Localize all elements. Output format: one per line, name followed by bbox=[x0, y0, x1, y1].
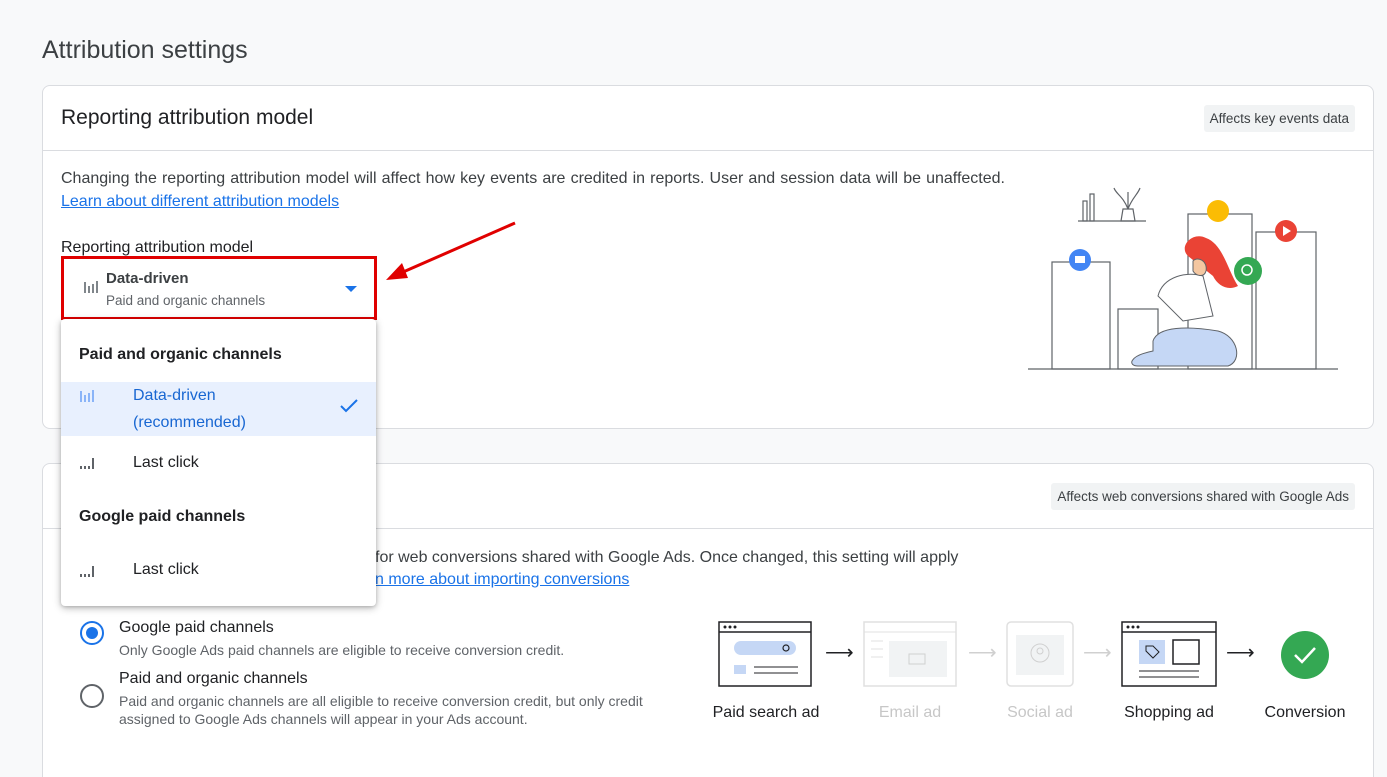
radio-subtitle-line: Paid and organic channels are all eligib… bbox=[119, 693, 643, 709]
radio-title: Paid and organic channels bbox=[119, 670, 308, 687]
flow-arrow-icon: ⟶ bbox=[825, 642, 854, 664]
paid-search-ad-icon bbox=[718, 621, 812, 687]
bar-chart-icon bbox=[84, 281, 98, 293]
radio-subtitle: Only Google Ads paid channels are eligib… bbox=[119, 642, 565, 658]
email-ad-icon bbox=[863, 621, 957, 687]
card-title: Reporting attribution model bbox=[61, 106, 314, 129]
menu-group-google-paid: Google paid channels bbox=[79, 508, 246, 525]
signal-bars-icon bbox=[80, 566, 94, 577]
radio-subtitle: Paid and organic channels are all eligib… bbox=[119, 692, 643, 728]
flow-label-email: Email ad bbox=[878, 704, 942, 721]
menu-item-label-line: (recommended) bbox=[133, 414, 246, 431]
radio-subtitle-line: assigned to Google Ads channels will app… bbox=[119, 711, 528, 727]
radio-title: Google paid channels bbox=[119, 619, 274, 636]
radio-button-paid-organic[interactable] bbox=[80, 684, 104, 708]
menu-item-last-click[interactable]: Last click bbox=[61, 444, 376, 484]
attribution-model-menu: Paid and organic channels Data-driven (r… bbox=[61, 319, 376, 606]
conversions-description-line: for web conversions shared with Google A… bbox=[375, 549, 959, 566]
select-subvalue: Paid and organic channels bbox=[106, 293, 266, 308]
select-value: Data-driven bbox=[106, 270, 189, 287]
flow-arrow-icon: ⟶ bbox=[968, 642, 997, 664]
menu-item-label: Last click bbox=[133, 454, 199, 471]
check-icon bbox=[340, 399, 358, 413]
card-header: Reporting attribution model Affects key … bbox=[43, 86, 1373, 151]
annotation-arrow-icon bbox=[386, 221, 516, 280]
radio-button-google-paid[interactable] bbox=[80, 621, 104, 645]
dropdown-caret-icon bbox=[345, 286, 357, 292]
bar-chart-icon bbox=[80, 390, 94, 402]
conversion-check-icon bbox=[1281, 631, 1329, 679]
menu-item-label-line: Data-driven bbox=[133, 387, 216, 404]
affects-chip: Affects key events data bbox=[1203, 105, 1355, 132]
menu-group-paid-organic: Paid and organic channels bbox=[79, 346, 282, 363]
description: Changing the reporting attribution model… bbox=[61, 167, 1005, 213]
importing-conversions-link[interactable]: n more about importing conversions bbox=[375, 569, 958, 591]
social-ad-icon bbox=[1006, 621, 1074, 687]
learn-more-link[interactable]: Learn about different attribution models bbox=[61, 193, 339, 210]
menu-item-last-click-google[interactable]: Last click bbox=[61, 551, 376, 591]
flow-label-shopping: Shopping ad bbox=[1124, 704, 1214, 721]
menu-item-label: Last click bbox=[133, 561, 199, 578]
affects-web-conversions-chip: Affects web conversions shared with Goog… bbox=[1051, 483, 1355, 510]
flow-label-social: Social ad bbox=[1007, 704, 1073, 721]
description-text: Changing the reporting attribution model… bbox=[61, 170, 1005, 187]
flow-label-conversion: Conversion bbox=[1264, 704, 1346, 721]
flow-arrow-icon: ⟶ bbox=[1083, 642, 1112, 664]
shopping-ad-icon bbox=[1121, 621, 1217, 687]
menu-item-data-driven[interactable]: Data-driven (recommended) bbox=[61, 382, 376, 436]
page-title: Attribution settings bbox=[42, 36, 248, 64]
conversions-description: for web conversions shared with Google A… bbox=[375, 547, 958, 591]
flow-arrow-icon: ⟶ bbox=[1226, 642, 1255, 664]
attribution-illustration bbox=[1028, 187, 1338, 370]
menu-item-label: Data-driven (recommended) bbox=[133, 382, 246, 436]
flow-label-paid-search: Paid search ad bbox=[712, 704, 820, 721]
signal-bars-icon bbox=[80, 458, 94, 469]
field-label: Reporting attribution model bbox=[61, 239, 254, 256]
attribution-model-select[interactable]: Data-driven Paid and organic channels bbox=[61, 256, 377, 320]
